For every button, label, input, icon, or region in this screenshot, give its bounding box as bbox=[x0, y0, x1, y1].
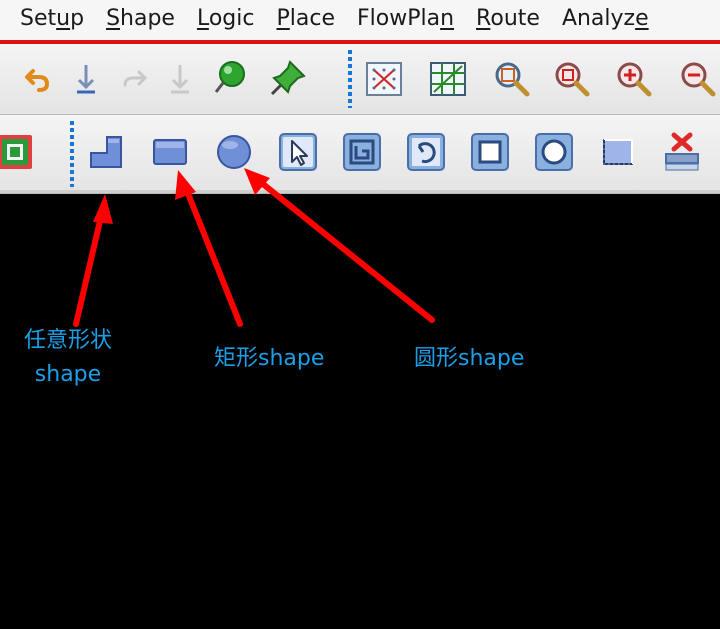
rectangle-shape-icon[interactable] bbox=[148, 130, 192, 174]
select-shape-icon[interactable] bbox=[276, 130, 320, 174]
down-arrow-icon[interactable] bbox=[64, 57, 108, 101]
annotation-polygon-line2: shape bbox=[34, 362, 102, 387]
redo-icon bbox=[112, 57, 156, 101]
shape-frame-icon[interactable] bbox=[0, 130, 38, 174]
menu-setup[interactable]: Setup bbox=[0, 0, 95, 40]
menu-analyze[interactable]: Analyze bbox=[551, 0, 660, 40]
menu-place[interactable]: Place bbox=[265, 0, 346, 40]
zoom-area-icon[interactable] bbox=[550, 57, 594, 101]
menu-route[interactable]: Route bbox=[465, 0, 551, 40]
circle-rect-void-icon[interactable] bbox=[532, 130, 576, 174]
toolbar-top bbox=[0, 44, 720, 115]
grid-lines-icon[interactable] bbox=[426, 57, 470, 101]
manual-void-icon[interactable] bbox=[340, 130, 384, 174]
toolbar-shape bbox=[0, 115, 720, 194]
circle-void-icon[interactable] bbox=[404, 130, 448, 174]
toolbar-grip[interactable] bbox=[70, 121, 74, 187]
rectangle-void-icon[interactable] bbox=[468, 130, 512, 174]
menu-shape[interactable]: Shape bbox=[95, 0, 186, 40]
circle-shape-icon[interactable] bbox=[212, 130, 256, 174]
annotation-polygon-line1: 任意形状 bbox=[23, 328, 112, 353]
down-arrow-disabled-icon bbox=[158, 57, 202, 101]
undo-icon[interactable] bbox=[16, 57, 60, 101]
annotation-circle: 圆形shape bbox=[414, 346, 525, 371]
green-pin-icon[interactable] bbox=[208, 56, 252, 100]
grid-dots-icon[interactable] bbox=[362, 57, 406, 101]
zoom-fit-icon[interactable] bbox=[490, 57, 534, 101]
design-canvas[interactable] bbox=[0, 194, 720, 629]
zoom-out-icon[interactable] bbox=[676, 57, 720, 101]
menu-flowplan[interactable]: FlowPlan bbox=[346, 0, 465, 40]
annotation-polygon: 任意形状 shape bbox=[8, 324, 128, 392]
push-pin-icon[interactable] bbox=[266, 56, 310, 100]
toolbar-grip[interactable] bbox=[348, 50, 352, 108]
delete-shape-icon[interactable] bbox=[660, 130, 704, 174]
zoom-in-icon[interactable] bbox=[612, 57, 656, 101]
shape-edit-icon[interactable] bbox=[596, 130, 640, 174]
annotation-rectangle: 矩形shape bbox=[214, 346, 325, 371]
menu-bar: Setup Shape Logic Place FlowPlan Route A… bbox=[0, 0, 720, 44]
menu-logic[interactable]: Logic bbox=[186, 0, 266, 40]
polygon-shape-icon[interactable] bbox=[84, 130, 128, 174]
